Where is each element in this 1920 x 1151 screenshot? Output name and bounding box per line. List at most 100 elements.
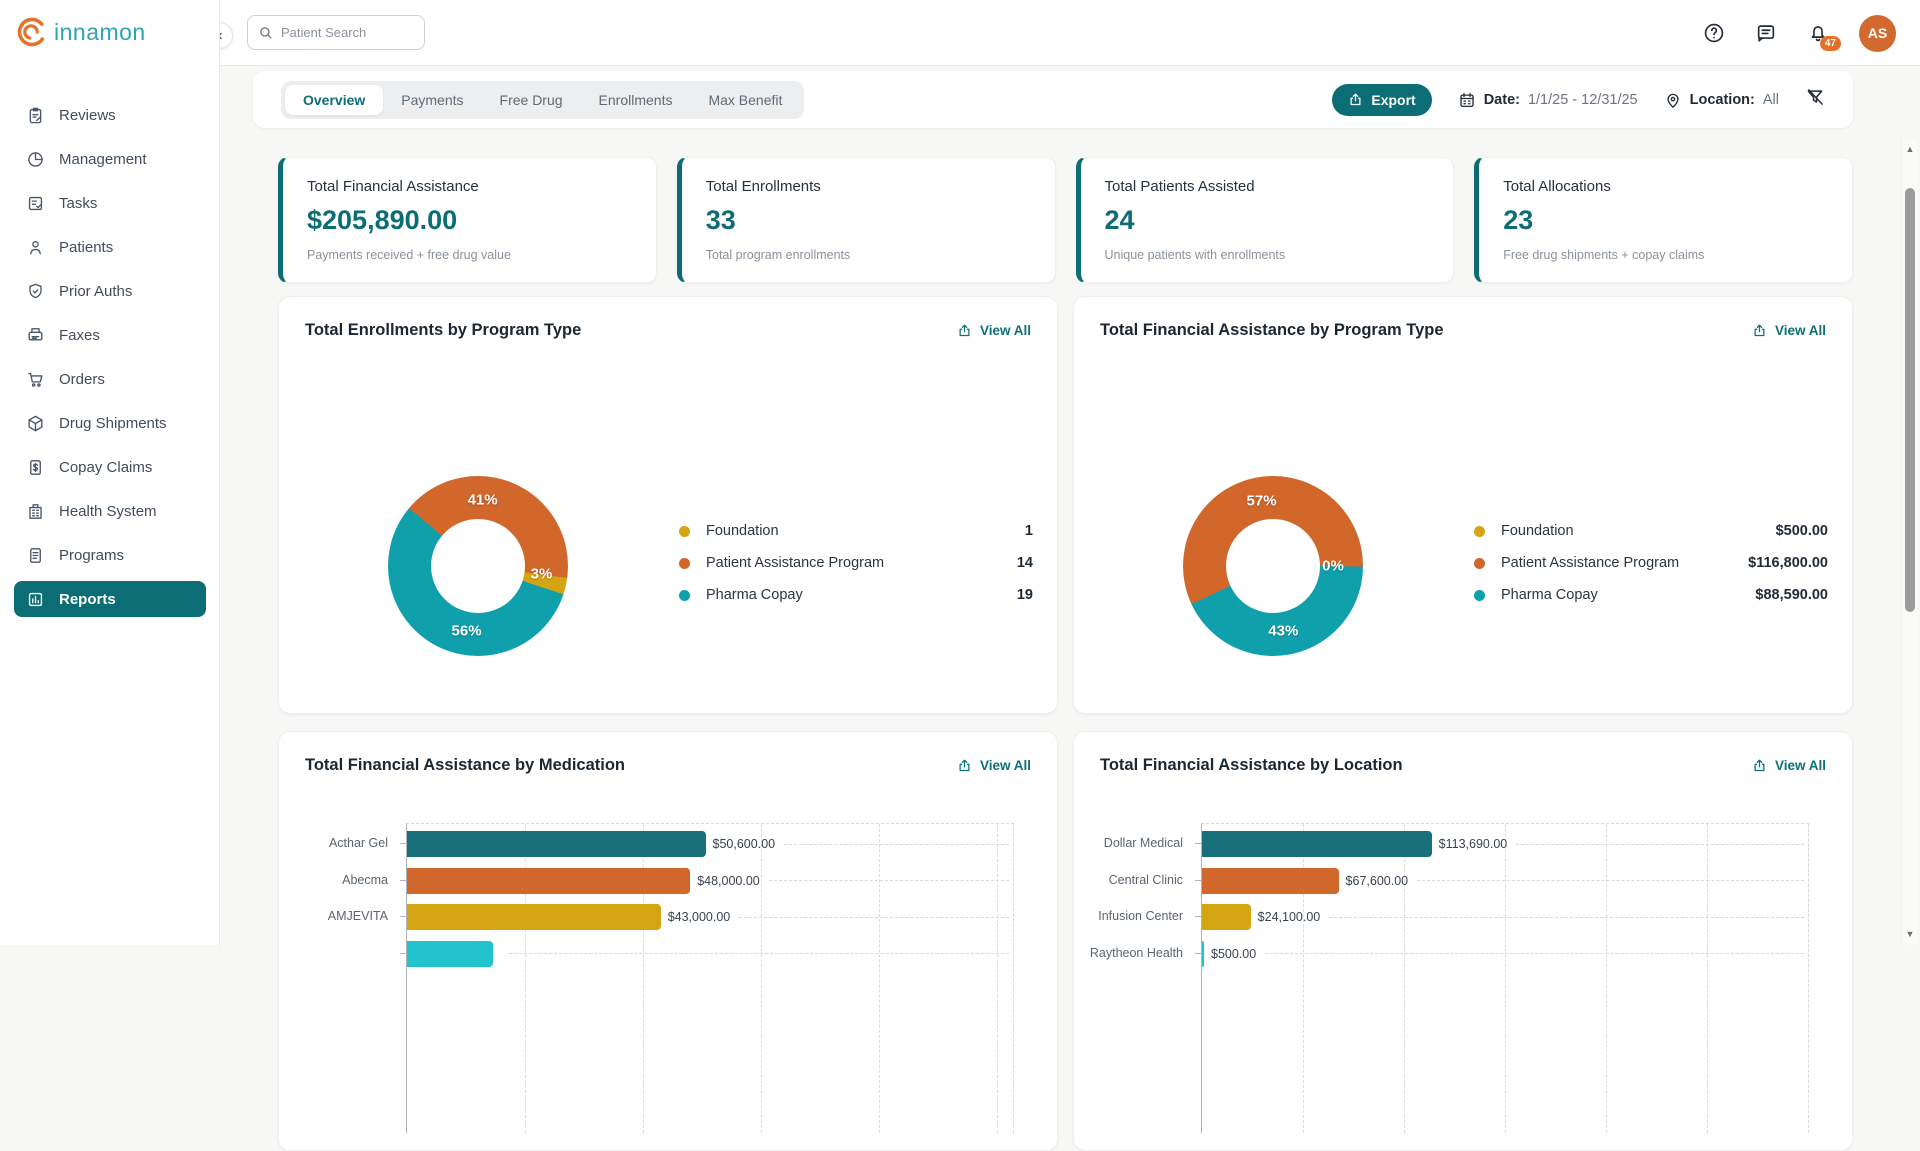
sidebar-item-label: Orders	[59, 371, 105, 388]
calendar-icon	[1458, 91, 1476, 109]
share-icon	[957, 323, 972, 338]
sidebar-item-patients[interactable]: Patients	[14, 229, 206, 265]
share-icon	[1752, 323, 1767, 338]
reports-icon	[26, 590, 45, 609]
sidebar-item-reviews[interactable]: Reviews	[14, 97, 206, 133]
export-button[interactable]: Export	[1332, 84, 1431, 116]
chart-title: Total Financial Assistance by Program Ty…	[1100, 321, 1444, 340]
notifications-button[interactable]: 47	[1807, 22, 1829, 44]
gridline	[1808, 824, 1809, 1133]
help-button[interactable]	[1703, 22, 1725, 44]
report-tabs: OverviewPaymentsFree DrugEnrollmentsMax …	[281, 81, 804, 119]
bar-leader-line	[1417, 880, 1804, 881]
bar-row-infusion-center: $24,100.00	[1202, 899, 1808, 936]
location-filter[interactable]: Location: All	[1664, 91, 1779, 109]
filter-off-icon	[1805, 87, 1825, 107]
chart-card-enrollments-by-program: Total Enrollments by Program Type View A…	[278, 296, 1058, 714]
sidebar-item-drug-shipments[interactable]: Drug Shipments	[14, 405, 206, 441]
legend-name: Patient Assistance Program	[1501, 555, 1679, 571]
topbar-actions: 47 AS	[1703, 0, 1896, 66]
bar-category-labels: Acthar GelAbecmaAMJEVITA	[279, 823, 400, 1133]
bar-category-label: Dollar Medical	[1104, 836, 1183, 850]
view-all-link[interactable]: View All	[1752, 758, 1826, 773]
legend-color-dot	[1474, 590, 1485, 601]
bar-value-label: $113,690.00	[1439, 837, 1508, 851]
export-label: Export	[1371, 92, 1415, 108]
slice-percent-label: 41%	[468, 492, 498, 509]
export-icon	[1348, 92, 1363, 107]
patients-icon	[26, 238, 45, 257]
tab-enrollments[interactable]: Enrollments	[581, 85, 691, 115]
search-icon	[258, 25, 273, 40]
legend-row-pharma-copay: Pharma Copay$88,590.00	[1474, 579, 1828, 611]
chart-legend: Foundation1Patient Assistance Program14P…	[679, 515, 1033, 611]
legend-name: Pharma Copay	[1501, 587, 1598, 603]
patient-search-box[interactable]	[247, 15, 425, 50]
management-icon	[26, 150, 45, 169]
view-all-link[interactable]: View All	[1752, 323, 1826, 338]
stat-value: 24	[1105, 205, 1430, 236]
location-filter-label: Location:	[1690, 92, 1755, 108]
clear-filters-button[interactable]	[1805, 87, 1825, 112]
bar-row-amjevita: $43,000.00	[407, 899, 1013, 936]
bar[interactable]	[407, 868, 690, 894]
legend-row-foundation: Foundation$500.00	[1474, 515, 1828, 547]
stat-subtitle: Free drug shipments + copay claims	[1503, 248, 1828, 262]
sidebar-item-label: Management	[59, 151, 147, 168]
sidebar-item-faxes[interactable]: Faxes	[14, 317, 206, 353]
slice-percent-label: 56%	[452, 622, 482, 639]
cinnamon-logo-icon	[14, 14, 50, 50]
legend-color-dot	[679, 558, 690, 569]
sidebar-item-copay-claims[interactable]: Copay Claims	[14, 449, 206, 485]
bar[interactable]	[1202, 831, 1432, 857]
faxes-icon	[26, 326, 45, 345]
messages-button[interactable]	[1755, 22, 1777, 44]
sidebar-item-programs[interactable]: Programs	[14, 537, 206, 573]
stat-title: Total Allocations	[1503, 178, 1828, 195]
tab-free-drug[interactable]: Free Drug	[482, 85, 581, 115]
bar-chart-location[interactable]: $113,690.00$67,600.00$24,100.00$500.00	[1201, 823, 1809, 1133]
main-content: OverviewPaymentsFree DrugEnrollmentsMax …	[220, 66, 1920, 945]
chart-card-assistance-by-location: Total Financial Assistance by Location V…	[1073, 731, 1853, 1151]
sidebar-item-label: Prior Auths	[59, 283, 132, 300]
bar[interactable]	[1202, 868, 1339, 894]
bar-value-label: $50,600.00	[713, 837, 776, 851]
view-all-link[interactable]: View All	[957, 758, 1031, 773]
sidebar-item-health-system[interactable]: Health System	[14, 493, 206, 529]
date-filter[interactable]: Date: 1/1/25 - 12/31/25	[1458, 91, 1638, 109]
chart-title: Total Financial Assistance by Location	[1100, 756, 1403, 775]
tab-overview[interactable]: Overview	[285, 85, 383, 115]
toolbar-controls: Export Date: 1/1/25 - 12/31/25 Location:…	[1332, 84, 1825, 116]
stat-card-total-enrollments: Total Enrollments33Total program enrollm…	[677, 157, 1056, 283]
bar[interactable]	[407, 831, 706, 857]
tab-max-benefit[interactable]: Max Benefit	[690, 85, 800, 115]
scroll-up-arrow[interactable]: ▲	[1902, 144, 1918, 158]
scrollbar-thumb[interactable]	[1905, 188, 1915, 612]
sidebar-item-management[interactable]: Management	[14, 141, 206, 177]
sidebar-item-label: Reviews	[59, 107, 116, 124]
chart-legend: Foundation$500.00 Patient Assistance Prog…	[1474, 515, 1828, 611]
view-all-link[interactable]: View All	[957, 323, 1031, 338]
donut-chart-assistance[interactable]: 57%0%43%	[1183, 476, 1363, 656]
bar-category-label: AMJEVITA	[328, 909, 388, 923]
tab-payments[interactable]: Payments	[383, 85, 481, 115]
bar[interactable]	[407, 904, 661, 930]
legend-color-dot	[1474, 558, 1485, 569]
sidebar-item-reports[interactable]: Reports	[14, 581, 206, 617]
legend-color-dot	[679, 590, 690, 601]
legend-color-dot	[679, 526, 690, 537]
legend-row-foundation: Foundation1	[679, 515, 1033, 547]
scroll-down-arrow[interactable]: ▼	[1902, 929, 1918, 943]
patient-search-input[interactable]	[281, 25, 401, 40]
stat-card-total-financial-assistance: Total Financial Assistance$205,890.00Pay…	[278, 157, 657, 283]
bar[interactable]	[1202, 904, 1251, 930]
user-avatar[interactable]: AS	[1859, 15, 1896, 52]
sidebar-item-orders[interactable]: Orders	[14, 361, 206, 397]
sidebar-item-prior-auths[interactable]: Prior Auths	[14, 273, 206, 309]
donut-chart-enrollments[interactable]: 41% 3% 56%	[388, 476, 568, 656]
bar-chart-medication[interactable]: $50,600.00$48,000.00$43,000.00	[406, 823, 1014, 1133]
bar-leader-line	[784, 844, 1009, 845]
legend-row-patient-assistance-program: Patient Assistance Program14	[679, 547, 1033, 579]
slice-percent-label: 3%	[531, 565, 553, 582]
sidebar-item-tasks[interactable]: Tasks	[14, 185, 206, 221]
